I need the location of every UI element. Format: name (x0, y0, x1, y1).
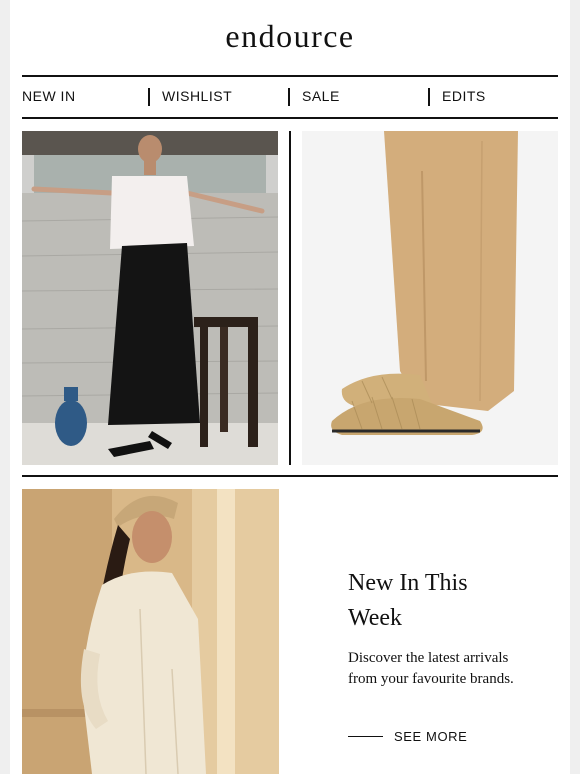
hero-image-left[interactable] (22, 131, 278, 465)
product-photo-right (302, 131, 558, 465)
nav-item-new-in[interactable]: NEW IN (22, 88, 76, 104)
image-divider (289, 131, 291, 465)
brand-logo[interactable]: endource (10, 18, 570, 55)
nav-separator (148, 88, 150, 106)
promo-title-line: Week (348, 605, 403, 631)
nav-item-sale[interactable]: SALE (302, 88, 340, 104)
cta-line-decoration (348, 735, 383, 737)
promo-image[interactable] (22, 489, 279, 774)
model-photo-left (22, 131, 278, 465)
see-more-label[interactable]: SEE MORE (394, 729, 467, 744)
model-photo-promo (22, 489, 279, 774)
divider (22, 117, 558, 119)
promo-title: New In This Week (348, 566, 468, 636)
main-nav: NEW IN WISHLIST SALE EDITS (22, 77, 558, 117)
nav-separator (288, 88, 290, 106)
see-more-link[interactable]: SEE MORE (348, 726, 467, 746)
email-frame: endource NEW IN WISHLIST SALE EDITS New … (10, 0, 570, 774)
promo-title-line: New In This (348, 570, 468, 596)
promo-description: Discover the latest arrivals from your f… (348, 650, 514, 687)
nav-item-wishlist[interactable]: WISHLIST (162, 88, 232, 104)
hero-image-right[interactable] (302, 131, 558, 465)
divider (22, 475, 558, 477)
nav-item-edits[interactable]: EDITS (442, 88, 486, 104)
nav-separator (428, 88, 430, 106)
